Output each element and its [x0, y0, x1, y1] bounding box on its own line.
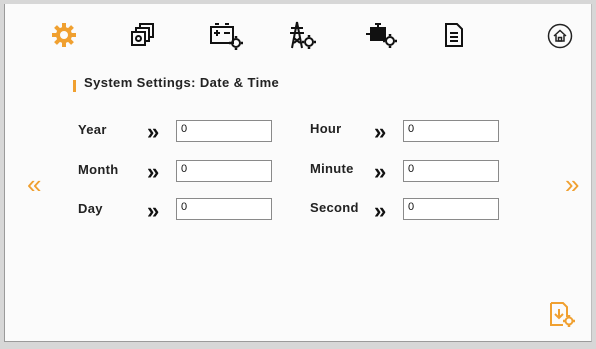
- engine-settings-icon[interactable]: [365, 22, 399, 50]
- month-label: Month: [78, 162, 119, 177]
- hour-separator: »: [374, 119, 386, 144]
- minute-separator: »: [374, 159, 386, 184]
- day-separator: »: [147, 198, 159, 223]
- gear-icon[interactable]: [51, 22, 77, 48]
- minute-label: Minute: [310, 161, 354, 176]
- second-separator: »: [374, 198, 386, 223]
- year-field[interactable]: 0: [176, 120, 272, 142]
- day-field[interactable]: 0: [176, 198, 272, 220]
- hour-field[interactable]: 0: [403, 120, 499, 142]
- previous-page-arrow[interactable]: «: [27, 171, 42, 197]
- battery-settings-icon[interactable]: [209, 22, 245, 50]
- heading-accent-bar: [73, 80, 76, 92]
- second-label: Second: [310, 200, 359, 215]
- minute-field[interactable]: 0: [403, 160, 499, 182]
- year-label: Year: [78, 122, 107, 137]
- save-settings-icon[interactable]: [549, 301, 577, 334]
- hour-label: Hour: [310, 121, 342, 136]
- day-label: Day: [78, 201, 103, 216]
- month-separator: »: [147, 159, 159, 184]
- month-field[interactable]: 0: [176, 160, 272, 182]
- touchscreen-panel: System Settings: Date & Time Year » 0 Mo…: [4, 4, 592, 342]
- module-stack-icon[interactable]: [131, 22, 155, 46]
- document-icon[interactable]: [444, 22, 464, 48]
- tower-settings-icon[interactable]: [287, 20, 317, 50]
- second-field[interactable]: 0: [403, 198, 499, 220]
- home-icon[interactable]: [547, 23, 573, 49]
- page-title: System Settings: Date & Time: [84, 75, 280, 90]
- next-page-arrow[interactable]: »: [565, 171, 580, 197]
- year-separator: »: [147, 119, 159, 144]
